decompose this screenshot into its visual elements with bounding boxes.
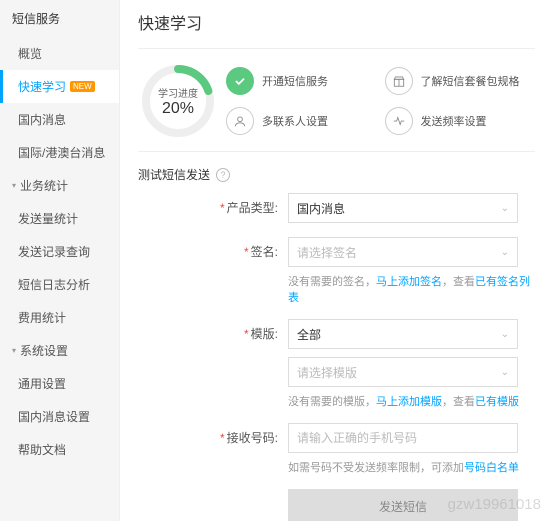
- gift-icon: [385, 67, 413, 95]
- user-icon: [226, 107, 254, 135]
- test-form: *产品类型: 国内消息 ⌄ *签名: 请选择签名 ⌄ 没有: [138, 193, 535, 521]
- sidebar-item-general-settings[interactable]: 通用设置: [0, 367, 119, 400]
- sidebar-item-send-records[interactable]: 发送记录查询: [0, 235, 119, 268]
- step-frequency[interactable]: 发送频率设置: [385, 103, 536, 139]
- sidebar-item-overview[interactable]: 概览: [0, 37, 119, 70]
- phone-label: *接收号码:: [218, 423, 288, 446]
- main-content: 快速学习 学习进度 20% 开通短信服务: [120, 0, 553, 521]
- send-button[interactable]: 发送短信: [288, 489, 518, 521]
- page-title: 快速学习: [138, 10, 535, 40]
- phone-hint: 如需号码不受发送频率限制，可添加号码白名单: [288, 459, 535, 475]
- whitelist-link[interactable]: 号码白名单: [464, 462, 519, 474]
- sidebar-item-cost-stats[interactable]: 费用统计: [0, 301, 119, 334]
- section-title: 测试短信发送 ?: [138, 166, 535, 183]
- sidebar-item-log-analysis[interactable]: 短信日志分析: [0, 268, 119, 301]
- sidebar-title: 短信服务: [0, 0, 119, 37]
- chevron-down-icon: ⌄: [501, 247, 509, 258]
- template-list-link[interactable]: 已有模版: [475, 396, 519, 408]
- template-select[interactable]: 请选择模版 ⌄: [288, 357, 518, 387]
- add-template-link[interactable]: 马上添加模版: [376, 396, 442, 408]
- product-type-select[interactable]: 国内消息 ⌄: [288, 193, 518, 223]
- chevron-down-icon: ⌄: [501, 367, 509, 378]
- sidebar-item-help[interactable]: 帮助文档: [0, 433, 119, 466]
- activity-icon: [385, 107, 413, 135]
- sidebar-item-send-stats[interactable]: 发送量统计: [0, 202, 119, 235]
- phone-input[interactable]: [288, 423, 518, 453]
- step-package[interactable]: 了解短信套餐包规格: [385, 63, 536, 99]
- divider: [138, 48, 535, 49]
- step-contacts[interactable]: 多联系人设置: [226, 103, 377, 139]
- signature-hint: 没有需要的签名，马上添加签名，查看已有签名列表: [288, 273, 535, 305]
- template-label: *模版:: [218, 319, 288, 342]
- signature-label: *签名:: [218, 237, 288, 260]
- progress-percent: 20%: [162, 100, 194, 118]
- help-icon[interactable]: ?: [216, 168, 230, 182]
- progress-ring: 学习进度 20%: [138, 61, 218, 141]
- add-signature-link[interactable]: 马上添加签名: [376, 276, 442, 288]
- template-hint: 没有需要的模版，马上添加模版，查看已有模版: [288, 393, 535, 409]
- sidebar-item-quickstart[interactable]: 快速学习 NEW: [0, 70, 119, 103]
- divider: [138, 151, 535, 152]
- sidebar-group-settings[interactable]: 系统设置: [0, 334, 119, 367]
- chevron-down-icon: ⌄: [501, 329, 509, 340]
- template-filter-select[interactable]: 全部 ⌄: [288, 319, 518, 349]
- sidebar-item-intl[interactable]: 国际/港澳台消息: [0, 136, 119, 169]
- sidebar-item-domestic-settings[interactable]: 国内消息设置: [0, 400, 119, 433]
- sidebar-item-domestic[interactable]: 国内消息: [0, 103, 119, 136]
- chevron-down-icon: ⌄: [501, 203, 509, 214]
- step-activate[interactable]: 开通短信服务: [226, 63, 377, 99]
- progress-section: 学习进度 20% 开通短信服务 了解短信套餐包规格 多联系人设置: [138, 61, 535, 141]
- signature-select[interactable]: 请选择签名 ⌄: [288, 237, 518, 267]
- sidebar-group-stats[interactable]: 业务统计: [0, 169, 119, 202]
- product-type-label: *产品类型:: [218, 193, 288, 216]
- new-badge: NEW: [70, 81, 95, 92]
- progress-label: 学习进度: [158, 85, 198, 100]
- check-icon: [226, 67, 254, 95]
- sidebar: 短信服务 概览 快速学习 NEW 国内消息 国际/港澳台消息 业务统计 发送量统…: [0, 0, 120, 521]
